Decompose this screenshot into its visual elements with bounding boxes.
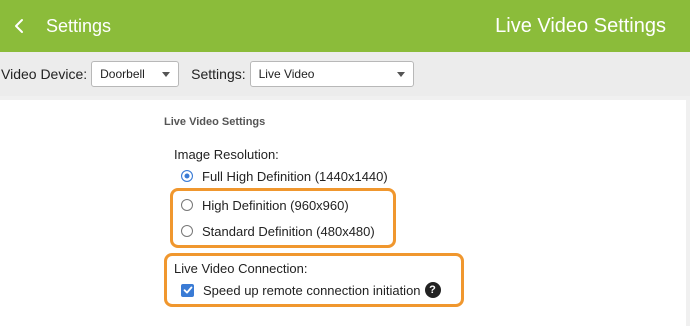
header-bar: Settings Live Video Settings	[0, 0, 690, 52]
radio-button-selected[interactable]	[181, 170, 193, 182]
settings-panel: Live Video Settings Image Resolution: Fu…	[0, 100, 686, 326]
back-button[interactable]: Settings	[10, 0, 111, 52]
device-toolbar: Video Device: Doorbell Settings: Live Vi…	[0, 52, 690, 96]
highlight-box-resolution	[170, 188, 396, 248]
highlight-box-connection	[164, 253, 464, 307]
resolution-option-label: Full High Definition (1440x1440)	[202, 168, 388, 184]
caret-down-icon	[396, 72, 405, 77]
section-title: Live Video Settings	[164, 116, 266, 128]
settings-label: Settings:	[191, 66, 246, 82]
back-label: Settings	[46, 15, 112, 36]
settings-select[interactable]: Live Video	[249, 61, 414, 87]
image-resolution-label: Image Resolution:	[174, 147, 279, 162]
video-device-label: Video Device:	[1, 66, 88, 82]
chevron-left-icon	[15, 19, 23, 33]
caret-down-icon	[162, 72, 171, 77]
resolution-option-full-hd[interactable]: Full High Definition (1440x1440)	[181, 167, 388, 185]
video-device-value: Doorbell	[100, 67, 145, 81]
video-device-select[interactable]: Doorbell	[91, 61, 180, 87]
settings-value: Live Video	[258, 67, 315, 81]
page-title: Live Video Settings	[495, 14, 666, 37]
